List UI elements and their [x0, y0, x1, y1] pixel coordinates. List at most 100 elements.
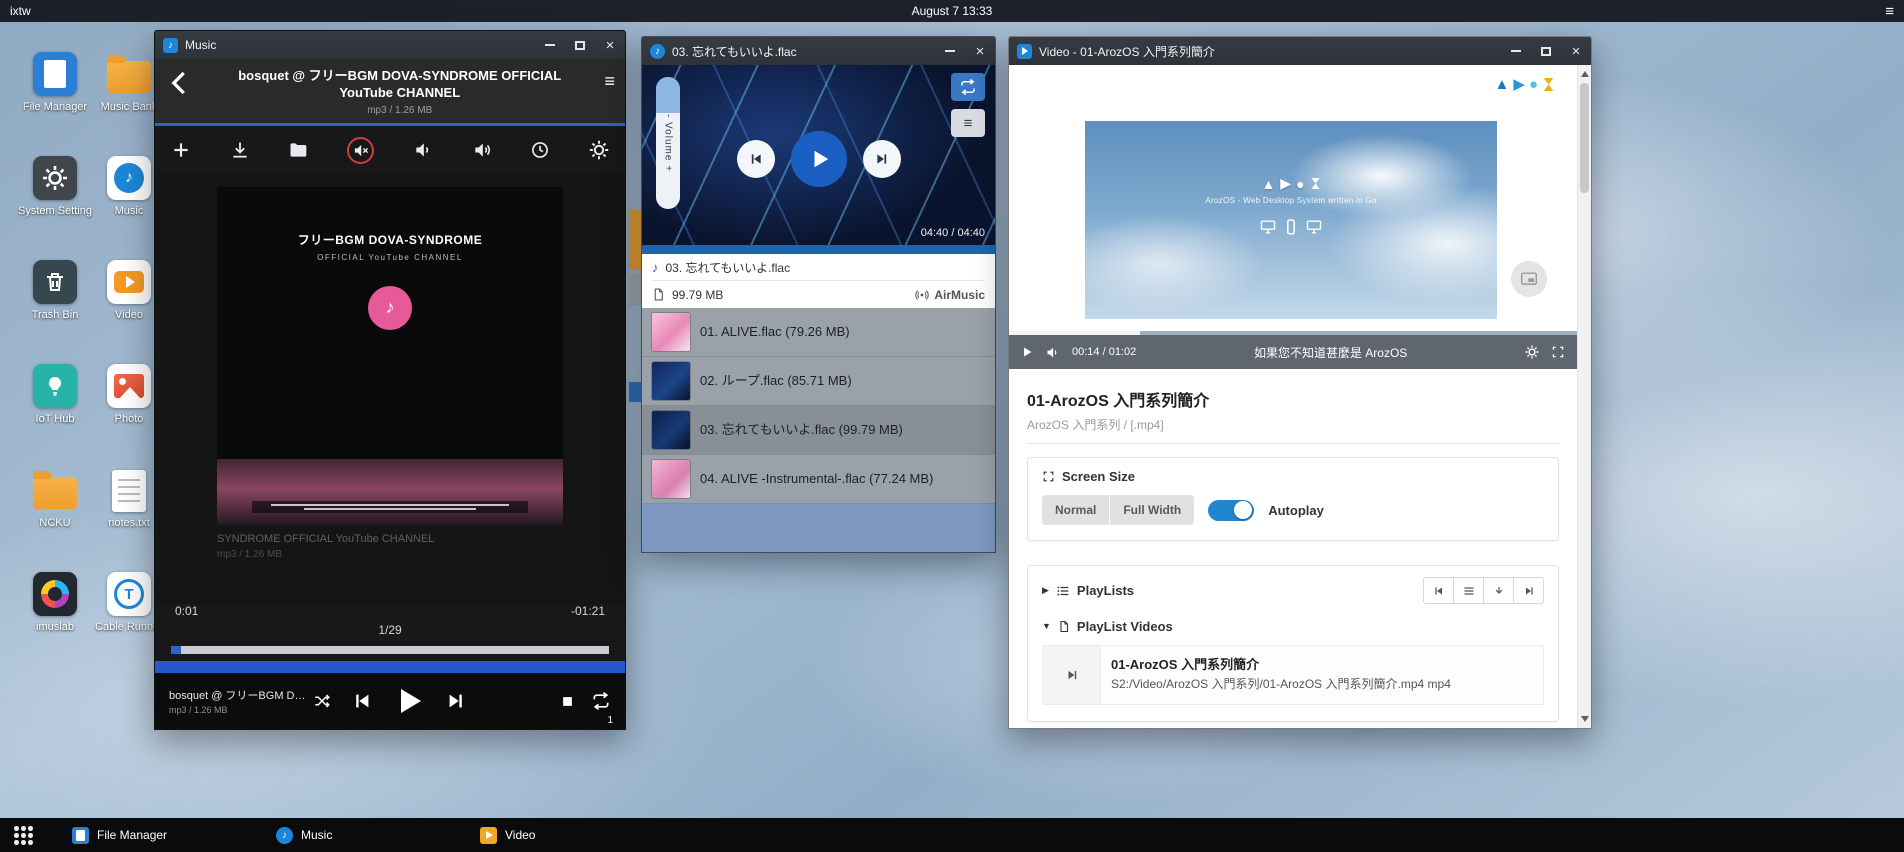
playlists-section: ▶ PlayLists ▼ PlayList Videos	[1027, 565, 1559, 722]
desktop-icon-iot-hub[interactable]: IoT Hub	[18, 364, 92, 468]
scrollbar[interactable]	[1577, 65, 1591, 728]
seek-bar[interactable]	[642, 245, 995, 254]
taskbar-item-label: Video	[505, 828, 535, 842]
back-button[interactable]	[165, 68, 195, 98]
playlist-toolbar	[1423, 577, 1544, 604]
video-control-bar: 00:14 / 01:02 如果您不知道甚麼是 ArozOS	[1009, 335, 1577, 369]
skip-start-button[interactable]	[1423, 577, 1454, 604]
repeat-button[interactable]	[951, 73, 985, 101]
desktop-icon-file-manager[interactable]: File Manager	[18, 52, 92, 156]
broadcast-icon	[915, 288, 929, 302]
minimize-button[interactable]	[935, 37, 965, 65]
phone-icon	[1286, 219, 1296, 235]
thumbnail-caption-band	[252, 501, 529, 513]
desktop-icon-system-setting[interactable]: System Setting	[18, 156, 92, 260]
volume-low-button[interactable]	[413, 140, 433, 160]
open-folder-button[interactable]	[288, 140, 308, 160]
volume-high-button[interactable]	[472, 140, 492, 160]
seek-bar-fill	[171, 646, 181, 654]
previous-track-button[interactable]	[737, 140, 775, 178]
app-launcher-icon[interactable]	[14, 826, 33, 845]
desktop-icon-label: File Manager	[23, 101, 87, 114]
sleep-timer-button[interactable]	[530, 140, 550, 160]
video-app-icon	[107, 260, 151, 304]
highlighted-list-row	[155, 661, 625, 673]
volume-slider[interactable]: - Volume +	[656, 77, 680, 209]
track-thumbnail: フリーBGM DOVA-SYNDROME OFFICIAL YouTube CH…	[217, 187, 563, 525]
video-settings-icon[interactable]	[1525, 345, 1539, 359]
download-button[interactable]	[1483, 577, 1514, 604]
add-track-button[interactable]	[171, 140, 191, 160]
repeat-button[interactable]	[591, 691, 611, 711]
play-button[interactable]	[393, 685, 425, 717]
volume-icon[interactable]	[1045, 345, 1060, 360]
playlist-video-title: 01-ArozOS 入門系列簡介	[1111, 654, 1451, 673]
next-track-button[interactable]	[863, 140, 901, 178]
desktop-icon-label: NCKU	[39, 517, 70, 530]
background-playlist-line: mp3 / 1.26 MB	[217, 548, 563, 563]
playlist-item-label: 01. ALIVE.flac (79.26 MB)	[700, 324, 850, 341]
top-bar: ixtw August 7 13:33 ≡	[0, 0, 1904, 22]
desktop-icon-imuslab[interactable]: imuslab	[18, 572, 92, 676]
video-app-body: ▲ ▶ ● ▲ ▶ ● ArozOS - Web Desktop System …	[1009, 65, 1591, 728]
settings-button[interactable]	[589, 140, 609, 160]
stop-button[interactable]	[560, 694, 575, 709]
desktop-icon-label: notes.txt	[108, 517, 150, 530]
play-button[interactable]	[1021, 346, 1033, 358]
topbar-menu-icon[interactable]: ≡	[1885, 4, 1894, 19]
taskbar-item-music[interactable]: ♪ Music	[266, 818, 342, 852]
video-frame[interactable]: ▲ ▶ ● ArozOS - Web Desktop System writte…	[1085, 121, 1497, 319]
download-button[interactable]	[230, 140, 250, 160]
previous-track-button[interactable]	[351, 690, 373, 712]
caret-down-icon[interactable]: ▼	[1042, 622, 1051, 631]
scrollbar-thumb[interactable]	[1580, 83, 1589, 193]
desktop-icon-trash-bin[interactable]: Trash Bin	[18, 260, 92, 364]
flac-window-titlebar[interactable]: ♪ 03. 忘れてもいいよ.flac ×	[642, 37, 995, 65]
close-button[interactable]: ×	[1561, 37, 1591, 65]
file-icon	[1058, 620, 1070, 633]
menu-button[interactable]: ≡	[951, 109, 985, 137]
next-track-button[interactable]	[445, 690, 467, 712]
volume-mute-button[interactable]	[347, 137, 374, 164]
logo-play-glyph: ▶	[1513, 75, 1525, 93]
taskbar-item-video[interactable]: Video	[470, 818, 545, 852]
caret-right-icon[interactable]: ▶	[1042, 586, 1049, 595]
skip-end-button[interactable]	[1513, 577, 1544, 604]
maximize-button[interactable]	[565, 31, 595, 59]
play-button[interactable]	[791, 131, 847, 187]
close-button[interactable]: ×	[965, 37, 995, 65]
album-art: - Volume + ≡ 04:40 / 04:40	[642, 65, 995, 245]
playlist-item[interactable]: 01. ALIVE.flac (79.26 MB)	[642, 308, 995, 357]
video-window-titlebar[interactable]: Video - 01-ArozOS 入門系列簡介 ×	[1009, 37, 1591, 65]
picture-in-picture-button[interactable]	[1511, 261, 1547, 297]
lightbulb-icon	[33, 364, 77, 408]
playlist-video-item[interactable]: 01-ArozOS 入門系列簡介 S2:/Video/ArozOS 入門系列/0…	[1042, 645, 1544, 705]
minimize-button[interactable]	[1501, 37, 1531, 65]
seek-bar[interactable]	[171, 646, 609, 654]
normal-size-button[interactable]: Normal	[1042, 495, 1109, 525]
shuffle-button[interactable]	[313, 692, 331, 710]
menu-icon[interactable]: ≡	[604, 72, 615, 90]
repeat-count-badge: 1	[607, 715, 613, 726]
playlist-item-selected[interactable]: 03. 忘れてもいいよ.flac (99.79 MB)	[642, 406, 995, 455]
minimize-button[interactable]	[535, 31, 565, 59]
full-width-button[interactable]: Full Width	[1110, 495, 1194, 525]
monitor-icon	[1259, 219, 1277, 235]
playlist-item[interactable]: 04. ALIVE -Instrumental-.flac (77.24 MB)	[642, 455, 995, 504]
music-app-icon: ♪	[107, 156, 151, 200]
playlist-item[interactable]: 02. ループ.flac (85.71 MB)	[642, 357, 995, 406]
scroll-up-arrow[interactable]	[1578, 67, 1591, 81]
music-window-titlebar[interactable]: ♪ Music ×	[155, 31, 625, 59]
autoplay-toggle[interactable]	[1208, 500, 1254, 521]
taskbar-item-file-manager[interactable]: File Manager	[62, 818, 177, 852]
photo-icon	[107, 364, 151, 408]
playlist-list-button[interactable]	[1453, 577, 1484, 604]
scroll-down-arrow[interactable]	[1578, 712, 1591, 726]
source-label: AirMusic	[934, 288, 985, 302]
close-button[interactable]: ×	[595, 31, 625, 59]
fullscreen-button[interactable]	[1551, 345, 1565, 359]
maximize-button[interactable]	[1531, 37, 1561, 65]
logo-hourglass-icon	[1542, 77, 1555, 92]
folder-icon	[107, 52, 151, 96]
desktop-icon-ncku[interactable]: NCKU	[18, 468, 92, 572]
